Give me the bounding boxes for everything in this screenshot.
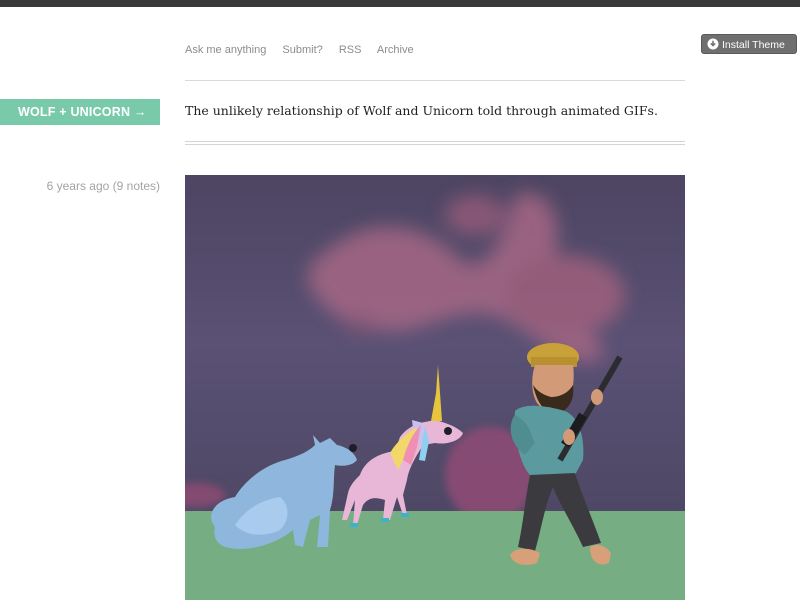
sky [185, 175, 685, 511]
install-theme-label: Install Theme [722, 39, 785, 51]
header-divider [185, 80, 685, 81]
description-divider-top [185, 141, 685, 142]
download-icon [707, 38, 719, 50]
description-divider-bottom [185, 144, 685, 145]
nav-ask-me-anything[interactable]: Ask me anything [185, 44, 266, 56]
top-nav: Ask me anything Submit? RSS Archive [185, 44, 427, 56]
top-bar [0, 0, 800, 7]
nav-archive[interactable]: Archive [377, 44, 414, 56]
blog-description: The unlikely relationship of Wolf and Un… [185, 103, 658, 118]
animated-gif-scene [185, 175, 685, 600]
blog-title-link[interactable]: WOLF + UNICORN → [0, 99, 160, 125]
post-gif-image[interactable] [185, 175, 685, 600]
post-timestamp-notes[interactable]: 6 years ago (9 notes) [47, 179, 160, 193]
install-theme-button[interactable]: Install Theme [701, 34, 797, 54]
nav-submit[interactable]: Submit? [282, 44, 322, 56]
nav-rss[interactable]: RSS [339, 44, 362, 56]
